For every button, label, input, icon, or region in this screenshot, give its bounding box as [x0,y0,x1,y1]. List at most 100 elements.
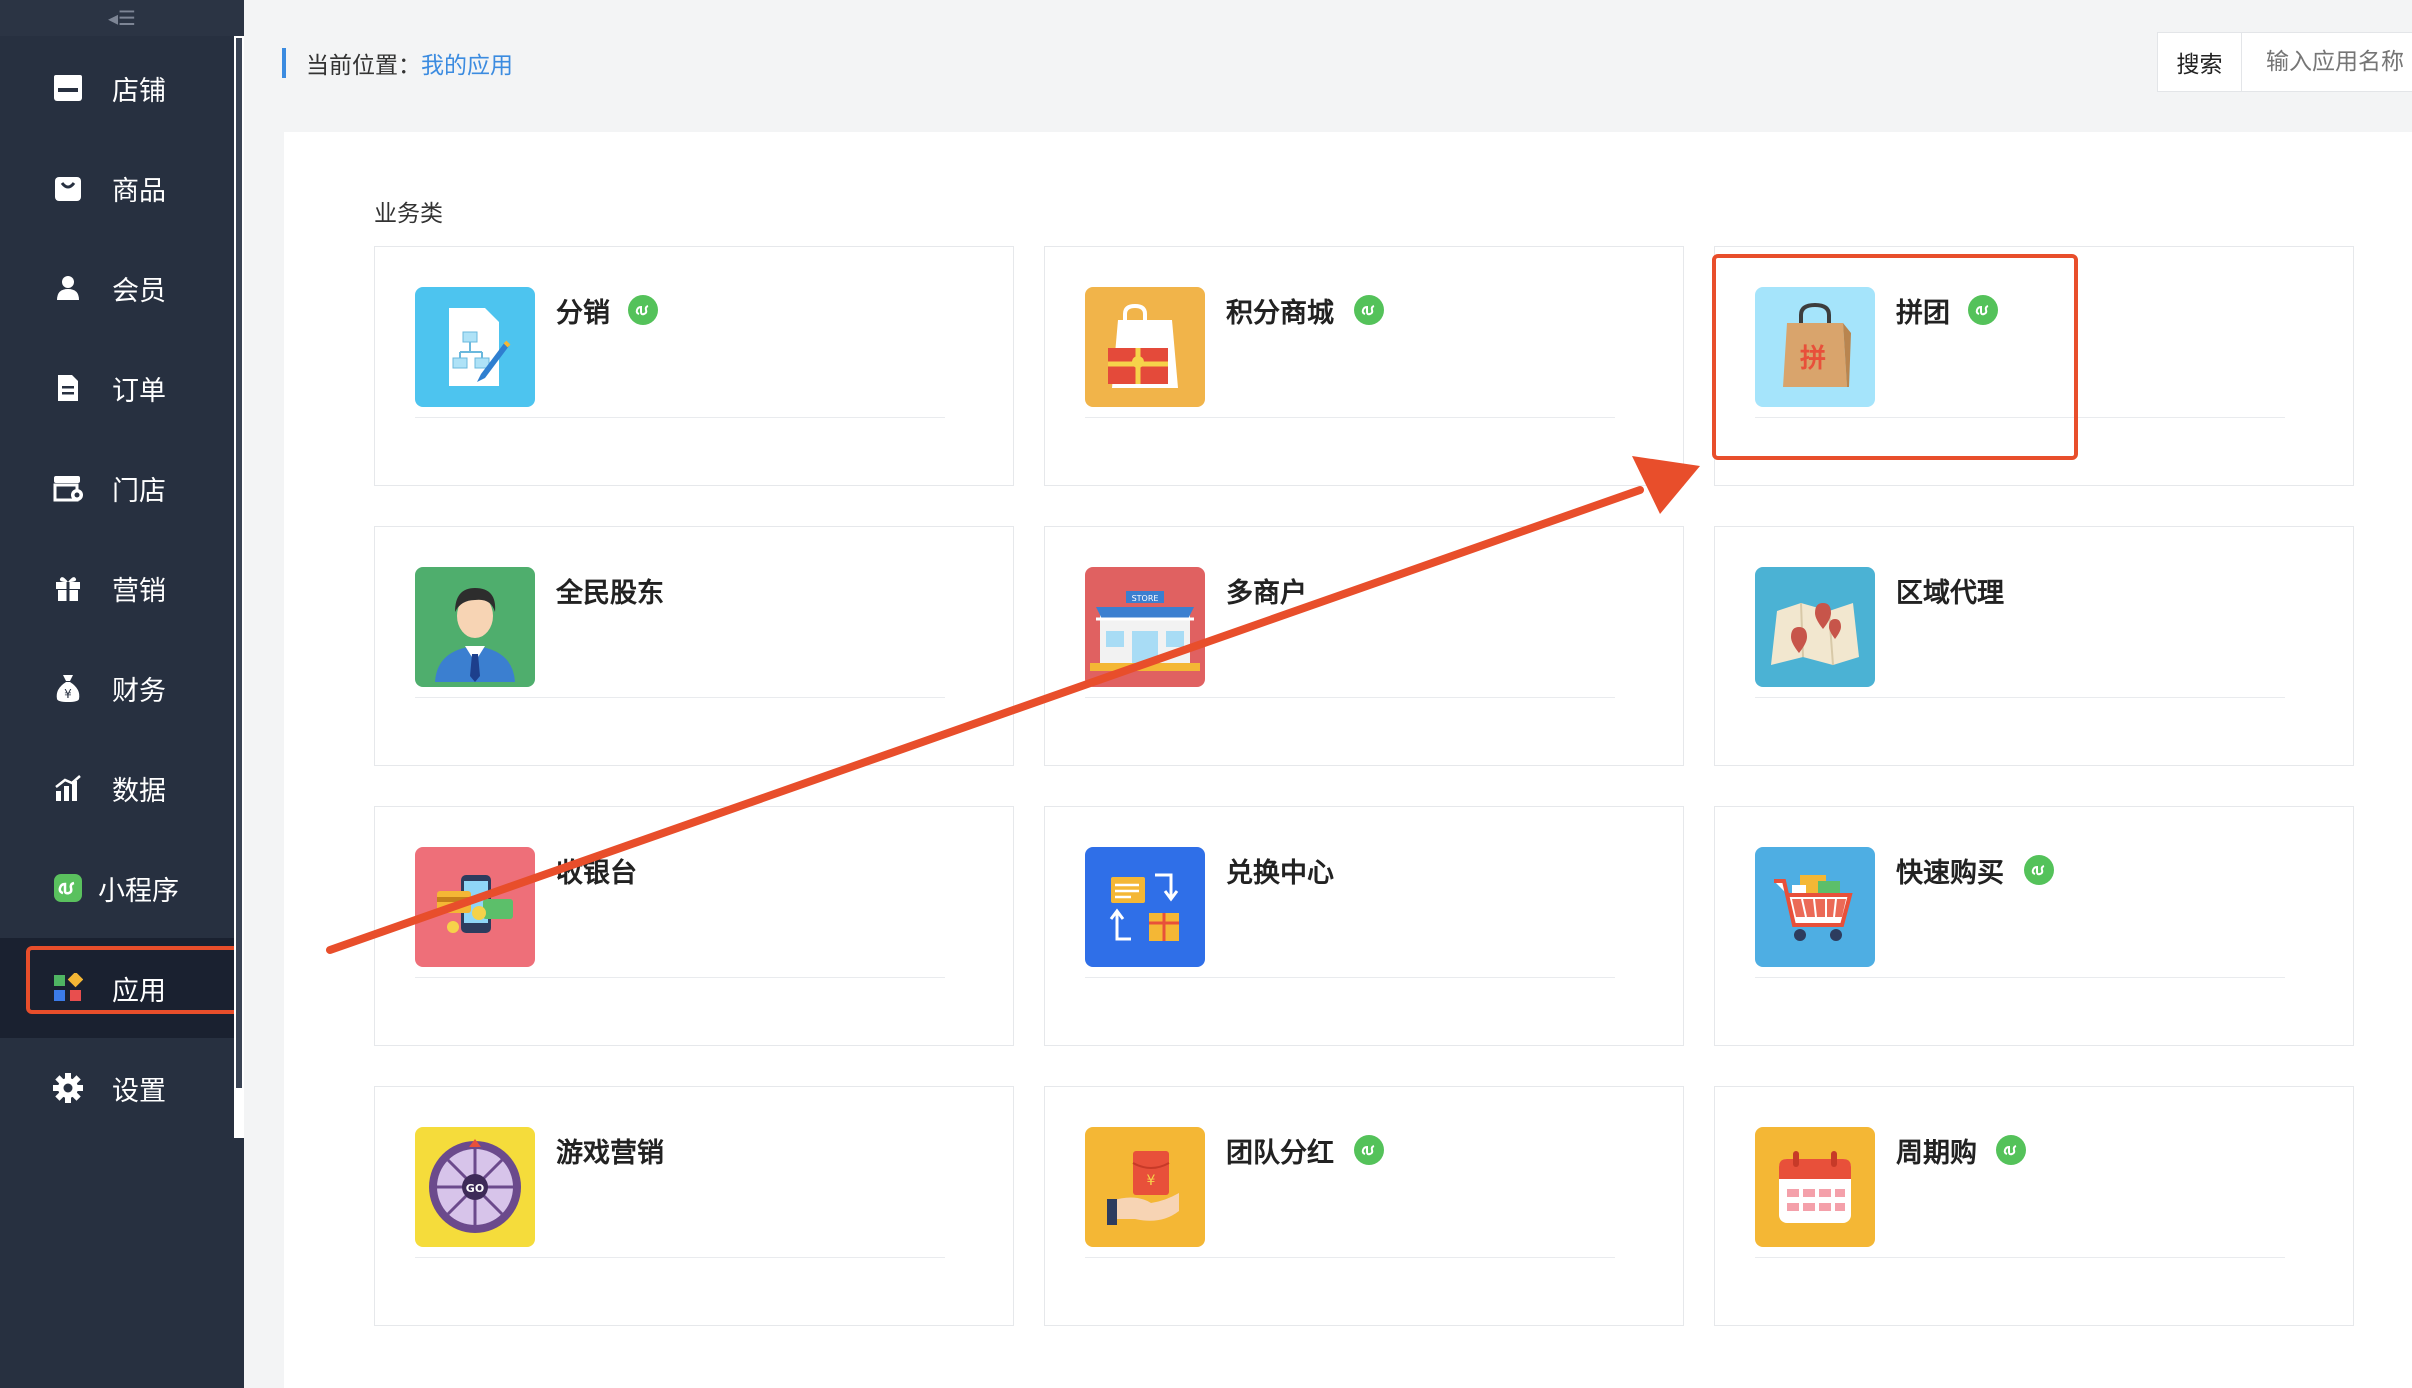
sidebar-item-label: 财务 [112,675,166,707]
sidebar-item-label: 商品 [112,175,166,207]
scrollbar-thumb[interactable] [236,38,242,1088]
app-name: 积分商城 [1226,298,1334,329]
search-box: 搜索 [2157,32,2412,92]
store-icon [52,472,84,504]
mini-program-badge-icon [1996,1135,2026,1165]
app-name: 快速购买 [1896,858,2004,889]
apps-icon [52,972,84,1004]
sidebar-item-data[interactable]: 数据 [0,738,234,838]
sidebar-item-marketing[interactable]: 营销 [0,538,234,638]
app-name: 游戏营销 [556,1138,664,1169]
card-divider [1085,977,1615,978]
svg-text:¥: ¥ [1147,1173,1156,1189]
app-name: 收银台 [556,858,637,889]
app-card-quick-buy[interactable]: 快速购买 [1714,806,2354,1046]
member-icon [52,272,84,304]
sidebar-item-label: 店铺 [112,75,166,107]
sidebar: ◂☰ 店铺 商品 会员 订单 门店 营销 ¥ 财务 数据 小程序 应用 设置 [0,0,244,1388]
gear-icon [52,1072,84,1104]
shopping-cart-icon [1755,847,1875,967]
svg-text:GO: GO [466,1182,484,1195]
sidebar-item-finance[interactable]: ¥ 财务 [0,638,234,738]
shop-icon [52,72,84,104]
app-card-multi-store[interactable]: STORE 多商户 [1044,526,1684,766]
app-name: 全民股东 [556,578,664,609]
breadcrumb-accent-bar [282,48,286,78]
sidebar-item-label: 数据 [112,775,166,807]
money-bag-icon: ¥ [52,672,84,704]
app-card-cashier[interactable]: 收银台 [374,806,1014,1046]
points-mall-icon [1085,287,1205,407]
mini-program-icon [52,872,84,904]
app-card-subscription[interactable]: 周期购 [1714,1086,2354,1326]
card-divider [1085,1257,1615,1258]
gift-icon [52,572,84,604]
breadcrumb-current-link[interactable]: 我的应用 [421,46,513,80]
red-envelope-icon: ¥ [1085,1127,1205,1247]
app-card-region-agent[interactable]: 区域代理 [1714,526,2354,766]
sidebar-item-label: 门店 [112,475,166,507]
card-divider [415,697,945,698]
svg-text:¥: ¥ [64,687,72,701]
multi-store-icon: STORE [1085,567,1205,687]
sidebar-scrollbar[interactable] [234,36,244,1138]
sidebar-item-label: 营销 [112,575,166,607]
card-divider [1085,697,1615,698]
sidebar-nav: 店铺 商品 会员 订单 门店 营销 ¥ 财务 数据 小程序 应用 设置 [0,38,244,1138]
sidebar-item-mini-program[interactable]: 小程序 [0,838,234,938]
app-card-exchange-center[interactable]: 兑换中心 [1044,806,1684,1046]
app-card-game-marketing[interactable]: GO 游戏营销 [374,1086,1014,1326]
sidebar-item-label: 订单 [112,375,166,407]
sidebar-item-label: 应用 [112,975,166,1007]
card-divider [1085,417,1615,418]
goods-icon [52,172,84,204]
svg-text:STORE: STORE [1132,594,1159,603]
card-divider [415,417,945,418]
sidebar-item-order[interactable]: 订单 [0,338,234,438]
app-name: 兑换中心 [1226,858,1334,889]
app-name: 周期购 [1896,1138,1977,1169]
app-card-distribution[interactable]: 分销 [374,246,1014,486]
wheel-game-icon: GO [415,1127,535,1247]
app-name: 分销 [556,298,610,329]
mini-program-badge-icon [628,295,658,325]
order-icon [52,372,84,404]
sidebar-item-label: 小程序 [98,875,179,907]
sidebar-collapse-button[interactable]: ◂☰ [0,0,244,36]
app-name: 区域代理 [1896,578,2004,609]
distribution-icon [415,287,535,407]
region-map-icon [1755,567,1875,687]
exchange-icon [1085,847,1205,967]
calendar-icon [1755,1127,1875,1247]
app-name: 多商户 [1226,578,1307,609]
search-input[interactable] [2242,32,2412,92]
app-card-team-bonus[interactable]: ¥ 团队分红 [1044,1086,1684,1326]
mini-program-badge-icon [2024,855,2054,885]
shareholder-icon [415,567,535,687]
card-divider [415,977,945,978]
sidebar-item-label: 会员 [112,275,166,307]
group-buy-highlight-annotation [1712,254,2078,460]
bar-chart-icon [52,772,84,804]
app-card-shareholder[interactable]: 全民股东 [374,526,1014,766]
app-card-points-mall[interactable]: 积分商城 [1044,246,1684,486]
cashier-icon [415,847,535,967]
sidebar-item-goods[interactable]: 商品 [0,138,234,238]
sidebar-item-label: 设置 [112,1075,166,1107]
card-divider [415,1257,945,1258]
apps-panel: 业务类 分销 积分商城 拼 拼团 全民股东 STORE 多商户 区域代理 收银台… [284,132,2412,1388]
sidebar-item-apps[interactable]: 应用 [0,938,244,1038]
search-button[interactable]: 搜索 [2158,33,2242,91]
collapse-icon: ◂☰ [108,6,136,30]
breadcrumb: 当前位置： 我的应用 [282,46,513,80]
mini-program-badge-icon [1354,295,1384,325]
sidebar-item-settings[interactable]: 设置 [0,1038,234,1138]
app-name: 团队分红 [1226,1138,1334,1169]
mini-program-badge-icon [1354,1135,1384,1165]
card-divider [1755,1257,2285,1258]
sidebar-item-store[interactable]: 门店 [0,438,234,538]
sidebar-item-shop[interactable]: 店铺 [0,38,234,138]
section-title: 业务类 [374,201,443,227]
sidebar-item-member[interactable]: 会员 [0,238,234,338]
breadcrumb-prefix: 当前位置： [306,53,421,79]
